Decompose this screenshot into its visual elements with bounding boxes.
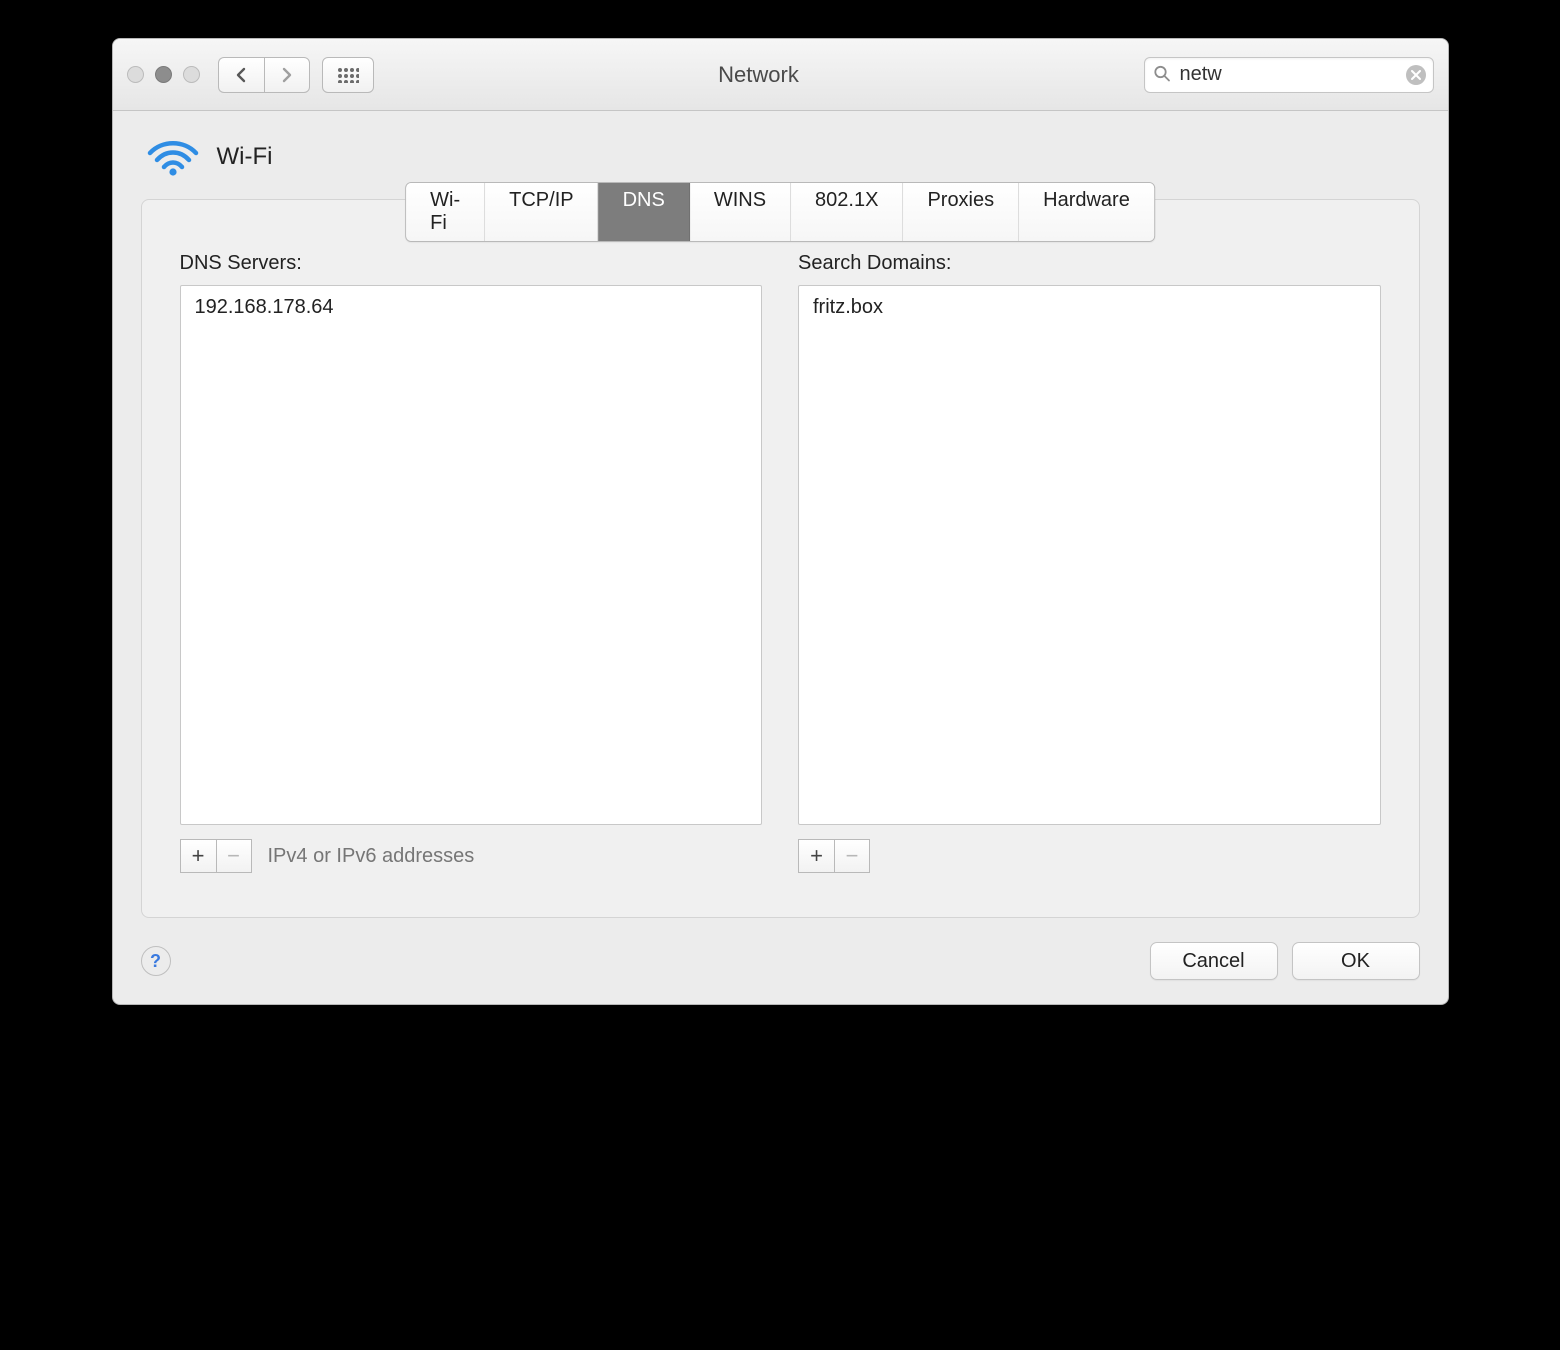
preferences-window: Network Wi-F [112,38,1449,1005]
tab-proxies[interactable]: Proxies [903,183,1019,241]
window-toolbar: Network [113,39,1448,111]
clear-search-icon[interactable] [1406,65,1426,85]
minimize-traffic-light[interactable] [155,66,172,83]
dns-servers-list[interactable]: 192.168.178.64 [180,285,763,825]
dns-columns: DNS Servers: 192.168.178.64 + − IPv4 or … [180,252,1381,873]
search-icon [1153,64,1171,85]
settings-panel: Wi-FiTCP/IPDNSWINS802.1XProxiesHardware … [141,199,1420,918]
show-all-button[interactable] [322,57,374,93]
dns-servers-column: DNS Servers: 192.168.178.64 + − IPv4 or … [180,252,763,873]
service-name: Wi-Fi [217,143,273,171]
dns-remove-button[interactable]: − [216,839,252,873]
search-domains-column: Search Domains: fritz.box + − [798,252,1381,873]
dns-server-row[interactable]: 192.168.178.64 [195,294,748,321]
wifi-icon [147,137,199,177]
zoom-traffic-light[interactable] [183,66,200,83]
tab-wifi[interactable]: Wi-Fi [406,183,485,241]
dns-plusminus: + − [180,839,252,873]
traffic-lights [127,66,200,83]
domains-controls: + − [798,839,1381,873]
window-body: Wi-Fi Wi-FiTCP/IPDNSWINS802.1XProxiesHar… [113,111,1448,1004]
nav-back-forward [218,57,310,93]
ok-button[interactable]: OK [1292,942,1420,980]
dns-add-button[interactable]: + [180,839,216,873]
dns-hint: IPv4 or IPv6 addresses [268,845,475,868]
domain-remove-button[interactable]: − [834,839,870,873]
tab-dns[interactable]: DNS [599,183,690,241]
domains-plusminus: + − [798,839,870,873]
tab-tcpip[interactable]: TCP/IP [485,183,598,241]
back-button[interactable] [218,57,264,93]
footer: ? Cancel OK [141,942,1420,980]
search-input[interactable] [1144,57,1434,93]
forward-button[interactable] [264,57,310,93]
window-title: Network [386,62,1132,88]
tabs: Wi-FiTCP/IPDNSWINS802.1XProxiesHardware [405,182,1155,242]
search-domains-label: Search Domains: [798,252,1381,275]
close-traffic-light[interactable] [127,66,144,83]
service-header: Wi-Fi [147,137,1420,177]
toolbar-search [1144,57,1434,93]
dns-servers-label: DNS Servers: [180,252,763,275]
cancel-button[interactable]: Cancel [1150,942,1278,980]
search-domain-row[interactable]: fritz.box [813,294,1366,321]
dns-controls: + − IPv4 or IPv6 addresses [180,839,763,873]
tab-wins[interactable]: WINS [690,183,791,241]
domain-add-button[interactable]: + [798,839,834,873]
tab-hardware[interactable]: Hardware [1019,183,1154,241]
search-domains-list[interactable]: fritz.box [798,285,1381,825]
help-button[interactable]: ? [141,946,171,976]
tab-8021x[interactable]: 802.1X [791,183,903,241]
